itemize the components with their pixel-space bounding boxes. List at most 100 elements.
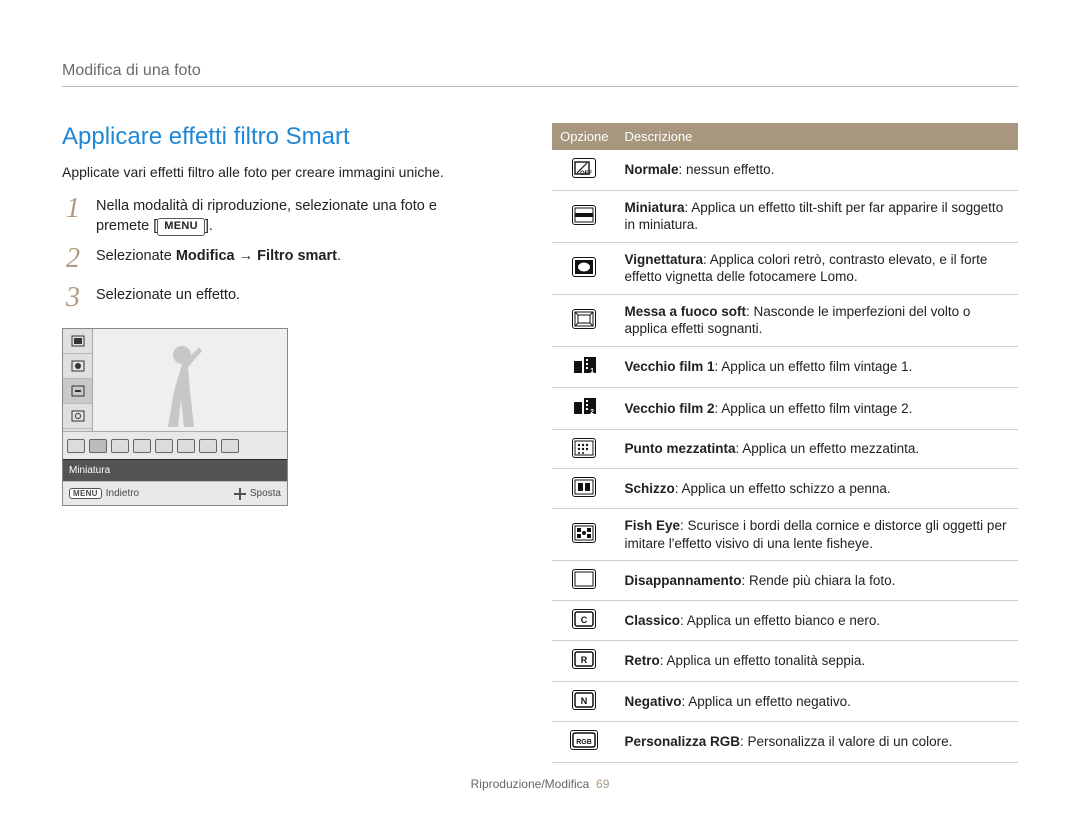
svg-text:R: R <box>581 655 588 665</box>
thumb-icon <box>155 439 173 453</box>
retro-icon: R <box>572 649 596 669</box>
option-name: Miniatura <box>625 200 685 215</box>
step-1: 1 Nella modalità di riproduzione, selezi… <box>66 194 492 237</box>
svg-text:1: 1 <box>590 368 594 375</box>
table-row: R Retro: Applica un effetto tonalità sepp… <box>552 641 1018 682</box>
footer-move: Sposta <box>234 488 281 500</box>
option-name: Retro <box>625 653 660 668</box>
vignette-icon <box>572 257 596 277</box>
option-description-cell: Fish Eye: Scurisce i bordi della cornice… <box>617 509 1019 561</box>
thumb-icon <box>133 439 151 453</box>
option-description: : Applica un effetto schizzo a penna. <box>675 481 891 496</box>
option-name: Vignettatura <box>625 252 704 267</box>
svg-text:N: N <box>581 696 588 706</box>
option-name: Normale <box>625 162 679 177</box>
navigate-icon <box>234 488 246 500</box>
step-text: Nella modalità di riproduzione, selezion… <box>96 198 437 234</box>
table-row: Miniatura: Applica un effetto tilt-shift… <box>552 190 1018 242</box>
option-icon-cell: 1 <box>552 346 616 388</box>
figure-silhouette-icon <box>150 339 230 431</box>
step-number: 1 <box>66 194 96 225</box>
footer-back-label: Indietro <box>106 488 139 499</box>
step-text-post: ]. <box>205 218 213 234</box>
table-row: Vignettatura: Applica colori retrò, cont… <box>552 242 1018 294</box>
option-name: Personalizza RGB <box>625 734 741 749</box>
option-icon-cell <box>552 509 616 561</box>
filter-label: Miniatura <box>63 459 287 481</box>
footer-section: Riproduzione/Modifica <box>471 777 590 791</box>
option-icon-cell <box>552 294 616 346</box>
side-icon <box>63 329 92 354</box>
option-icon-cell: OFF <box>552 150 616 190</box>
option-description-cell: Negativo: Applica un effetto negativo. <box>617 681 1019 722</box>
fisheye-icon <box>572 523 596 543</box>
option-name: Negativo <box>625 694 682 709</box>
option-description-cell: Schizzo: Applica un effetto schizzo a pe… <box>617 469 1019 509</box>
table-row: Disappannamento: Rende più chiara la fot… <box>552 561 1018 601</box>
table-row: OFFNormale: nessun effetto. <box>552 150 1018 190</box>
table-head-option: Opzione <box>552 123 616 150</box>
option-icon-cell <box>552 469 616 509</box>
step-text-post: . <box>337 248 341 264</box>
table-head-description: Descrizione <box>617 123 1019 150</box>
option-description: : Applica un effetto mezzatinta. <box>736 441 920 456</box>
option-description-cell: Vignettatura: Applica colori retrò, cont… <box>617 242 1019 294</box>
table-row: Punto mezzatinta: Applica un effetto mez… <box>552 429 1018 469</box>
option-icon-cell: N <box>552 681 616 722</box>
table-row: Messa a fuoco soft: Nasconde le imperfez… <box>552 294 1018 346</box>
footer-move-label: Sposta <box>250 488 281 499</box>
old-film-1-icon: 1 <box>572 355 596 375</box>
option-name: Fish Eye <box>625 518 681 533</box>
old-film-2-icon: 2 <box>572 396 596 416</box>
thumb-icon <box>221 439 239 453</box>
side-icon <box>63 404 92 429</box>
step-number: 3 <box>66 283 96 314</box>
svg-text:2: 2 <box>590 409 594 416</box>
option-description: : Personalizza il valore di un colore. <box>740 734 952 749</box>
footer-back: MENU Indietro <box>69 488 139 499</box>
page-footer: Riproduzione/Modifica 69 <box>0 777 1080 791</box>
step-3: 3 Selezionate un effetto. <box>66 283 492 314</box>
option-name: Vecchio film 1 <box>625 359 715 374</box>
svg-text:C: C <box>581 615 588 625</box>
option-description: : Applica un effetto tonalità seppia. <box>660 653 865 668</box>
table-row: 2 Vecchio film 2: Applica un effetto film… <box>552 388 1018 430</box>
option-name: Punto mezzatinta <box>625 441 736 456</box>
option-description-cell: Classico: Applica un effetto bianco e ne… <box>617 600 1019 641</box>
option-description: : Scurisce i bordi della cornice e disto… <box>625 518 1007 551</box>
option-name: Disappannamento <box>625 573 742 588</box>
option-description-cell: Personalizza RGB: Personalizza il valore… <box>617 722 1019 763</box>
option-name: Vecchio film 2 <box>625 401 715 416</box>
side-icon-selected <box>63 379 92 404</box>
step-text: Selezionate un effetto. <box>96 287 240 303</box>
option-icon-cell <box>552 561 616 601</box>
page-number: 69 <box>596 777 609 791</box>
breadcrumb: Modifica di una foto <box>62 62 1018 87</box>
sketch-icon <box>572 477 596 497</box>
step-number: 2 <box>66 244 96 275</box>
option-icon-cell <box>552 429 616 469</box>
svg-text:RGB: RGB <box>577 739 593 746</box>
option-description-cell: Punto mezzatinta: Applica un effetto mez… <box>617 429 1019 469</box>
table-row: Schizzo: Applica un effetto schizzo a pe… <box>552 469 1018 509</box>
option-description-cell: Vecchio film 2: Applica un effetto film … <box>617 388 1019 430</box>
normal-icon: OFF <box>572 158 596 178</box>
option-icon-cell: 2 <box>552 388 616 430</box>
option-icon-cell: RGB <box>552 722 616 763</box>
thumb-icon <box>177 439 195 453</box>
effect-thumbnail-strip <box>63 431 287 459</box>
step-text: Selezionate <box>96 248 176 264</box>
menu-icon: MENU <box>157 218 205 235</box>
camera-screenshot: Miniatura MENU Indietro Sposta <box>62 328 288 506</box>
option-description-cell: Disappannamento: Rende più chiara la fot… <box>617 561 1019 601</box>
option-description: : Rende più chiara la foto. <box>742 573 896 588</box>
classic-icon: C <box>572 609 596 629</box>
thumb-icon <box>89 439 107 453</box>
option-icon-cell <box>552 190 616 242</box>
section-title: Applicare effetti filtro Smart <box>62 123 492 151</box>
step-2: 2 Selezionate Modifica → Filtro smart. <box>66 244 492 275</box>
menu-icon: MENU <box>69 488 102 499</box>
option-icon-cell: C <box>552 600 616 641</box>
step-emphasis: Modifica → Filtro smart <box>176 248 337 264</box>
thumb-icon <box>111 439 129 453</box>
